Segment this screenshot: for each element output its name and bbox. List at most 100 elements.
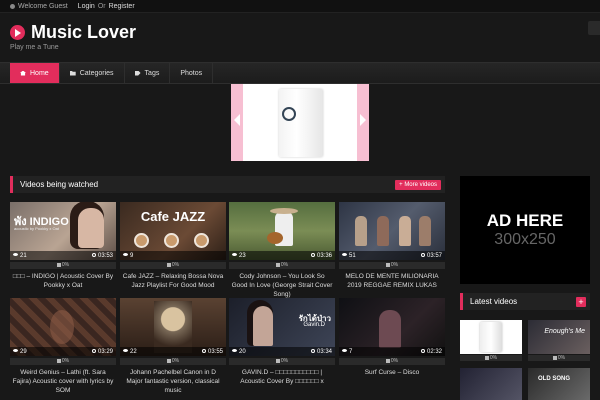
video-title[interactable]: □□□ – INDIGO | Acoustic Cover By Pookky … — [10, 272, 116, 290]
nav-tags[interactable]: Tags — [125, 63, 171, 83]
clock-icon — [420, 252, 425, 257]
video-title[interactable]: MELO DE MENTE MILIONARIA 2019 REGGAE REM… — [339, 272, 445, 290]
view-count: 20 — [239, 348, 246, 355]
video-duration: 03:55 — [207, 348, 223, 355]
video-duration: 02:32 — [426, 348, 442, 355]
product-logo — [282, 107, 296, 121]
rating-bar: 0% — [460, 355, 522, 361]
clock-icon — [310, 348, 315, 353]
clock-icon — [201, 348, 206, 353]
top-bar: Welcome Guest Login Or Register — [0, 0, 600, 13]
slider-prev-icon[interactable] — [234, 114, 240, 126]
latest-video-card[interactable]: OLD SONG — [528, 368, 590, 400]
rating-bar: 0% — [339, 262, 445, 269]
latest-videos-title: Latest videos — [470, 297, 518, 306]
view-count: 9 — [130, 252, 134, 259]
nav-photos[interactable]: Photos — [170, 63, 214, 83]
thumbs-up-icon — [552, 355, 557, 360]
nav-categories-label: Categories — [79, 69, 114, 77]
video-thumbnail[interactable]: 23 03:36 — [229, 202, 335, 260]
nav-categories[interactable]: Categories — [60, 63, 125, 83]
site-title[interactable]: Music Lover — [31, 22, 136, 43]
rating-bar: 0% — [120, 262, 226, 269]
thumbs-up-icon — [166, 358, 171, 363]
video-title[interactable]: Weird Genius – Lathi (ft. Sara Fajira) A… — [10, 368, 116, 395]
nav-home-label: Home — [30, 69, 49, 77]
banner-product-image — [243, 84, 357, 161]
folder-icon — [69, 71, 76, 76]
thumbs-up-icon — [275, 262, 280, 267]
thumbnail-overlay-text: Cafe JAZZ — [140, 209, 206, 224]
rating-bar: 0% — [10, 262, 116, 269]
play-icon — [10, 25, 25, 40]
user-icon — [10, 3, 15, 9]
thumbnail-overlay-subtext: acoustic by Pookky x Oat — [14, 226, 59, 231]
eye-icon — [232, 349, 237, 353]
video-duration: 03:57 — [426, 252, 442, 259]
video-duration: 03:29 — [97, 348, 113, 355]
video-title[interactable]: Surf Curse – Disco — [339, 368, 445, 377]
video-thumbnail[interactable]: 7 02:32 — [339, 298, 445, 356]
search-toggle[interactable] — [588, 21, 600, 35]
video-duration: 03:36 — [316, 252, 332, 259]
register-link[interactable]: Register — [109, 3, 135, 10]
latest-video-thumbnail[interactable]: OLD SONG — [528, 368, 590, 400]
view-count: 21 — [20, 252, 27, 259]
latest-video-card[interactable] — [460, 368, 522, 400]
video-card[interactable]: 7 02:32 0% Surf Curse – Disco — [339, 298, 445, 377]
thumbs-up-icon — [56, 262, 61, 267]
video-thumbnail[interactable]: พัง INDIGO acoustic by Pookky x Oat 21 0… — [10, 202, 116, 260]
video-thumbnail[interactable]: Cafe JAZZ 9 — [120, 202, 226, 260]
rating-bar: 0% — [528, 355, 590, 361]
video-card[interactable]: 51 03:57 0% MELO DE MENTE MILIONARIA 201… — [339, 202, 445, 290]
more-videos-button[interactable]: + More videos — [395, 179, 441, 190]
videos-section-header: Videos being watched + More videos — [10, 176, 445, 193]
thumbs-up-icon — [385, 358, 390, 363]
site-logo[interactable]: Music Lover — [10, 22, 136, 43]
product-box — [279, 89, 323, 157]
eye-icon — [123, 349, 128, 353]
thumbs-up-icon — [275, 358, 280, 363]
view-count: 7 — [349, 348, 353, 355]
thumbnail-overlay-text: Enough's Me — [544, 328, 585, 335]
latest-more-button[interactable]: + — [576, 296, 586, 307]
thumbnail-overlay-text: OLD SONG — [538, 376, 571, 382]
welcome-text: Welcome Guest — [18, 2, 68, 10]
login-link[interactable]: Login — [78, 3, 95, 10]
latest-video-thumbnail[interactable]: Enough's Me — [528, 320, 590, 354]
video-card[interactable]: รักได้ป่าว Gavin.D 20 03:34 0% GAVIN.D –… — [229, 298, 335, 386]
slider-next-icon[interactable] — [360, 114, 366, 126]
eye-icon — [13, 349, 18, 353]
latest-videos-header: Latest videos + — [460, 293, 590, 310]
video-thumbnail[interactable]: 29 03:29 — [10, 298, 116, 356]
view-count: 23 — [239, 252, 246, 259]
clock-icon — [310, 252, 315, 257]
tag-icon — [134, 70, 141, 76]
rating-bar: 0% — [339, 358, 445, 365]
video-thumbnail[interactable]: รักได้ป่าว Gavin.D 20 03:34 — [229, 298, 335, 356]
rating-bar: 0% — [120, 358, 226, 365]
latest-video-card[interactable]: 0% — [460, 320, 522, 361]
video-card[interactable]: Cafe JAZZ 9 0% Cafe JAZZ – Relaxing Boss… — [120, 202, 226, 290]
sidebar-ad[interactable]: AD HERE 300x250 — [460, 176, 590, 284]
video-title[interactable]: GAVIN.D – □□□□□□□□□□□ | Acoustic Cover B… — [229, 368, 335, 386]
video-title[interactable]: Cafe JAZZ – Relaxing Bossa Nova Jazz Pla… — [120, 272, 226, 290]
video-card[interactable]: 22 03:55 0% Johann Pachelbel Canon in D … — [120, 298, 226, 395]
nav-tags-label: Tags — [144, 69, 160, 77]
clock-icon — [91, 348, 96, 353]
banner-slider[interactable] — [231, 84, 369, 161]
video-card[interactable]: 23 03:36 0% Cody Johnson – You Look So G… — [229, 202, 335, 299]
nav-photos-label: Photos — [180, 69, 203, 77]
video-thumbnail[interactable]: 22 03:55 — [120, 298, 226, 356]
latest-video-card[interactable]: Enough's Me 0% — [528, 320, 590, 361]
view-count: 22 — [130, 348, 137, 355]
video-title[interactable]: Johann Pachelbel Canon in D Major fantas… — [120, 368, 226, 395]
latest-video-thumbnail[interactable] — [460, 320, 522, 354]
video-title[interactable]: Cody Johnson – You Look So Good In Love … — [229, 272, 335, 299]
video-card[interactable]: พัง INDIGO acoustic by Pookky x Oat 21 0… — [10, 202, 116, 290]
latest-video-thumbnail[interactable] — [460, 368, 522, 400]
video-thumbnail[interactable]: 51 03:57 — [339, 202, 445, 260]
or-text: Or — [97, 2, 106, 10]
video-card[interactable]: 29 03:29 0% Weird Genius – Lathi (ft. Sa… — [10, 298, 116, 395]
nav-home[interactable]: Home — [10, 63, 60, 83]
